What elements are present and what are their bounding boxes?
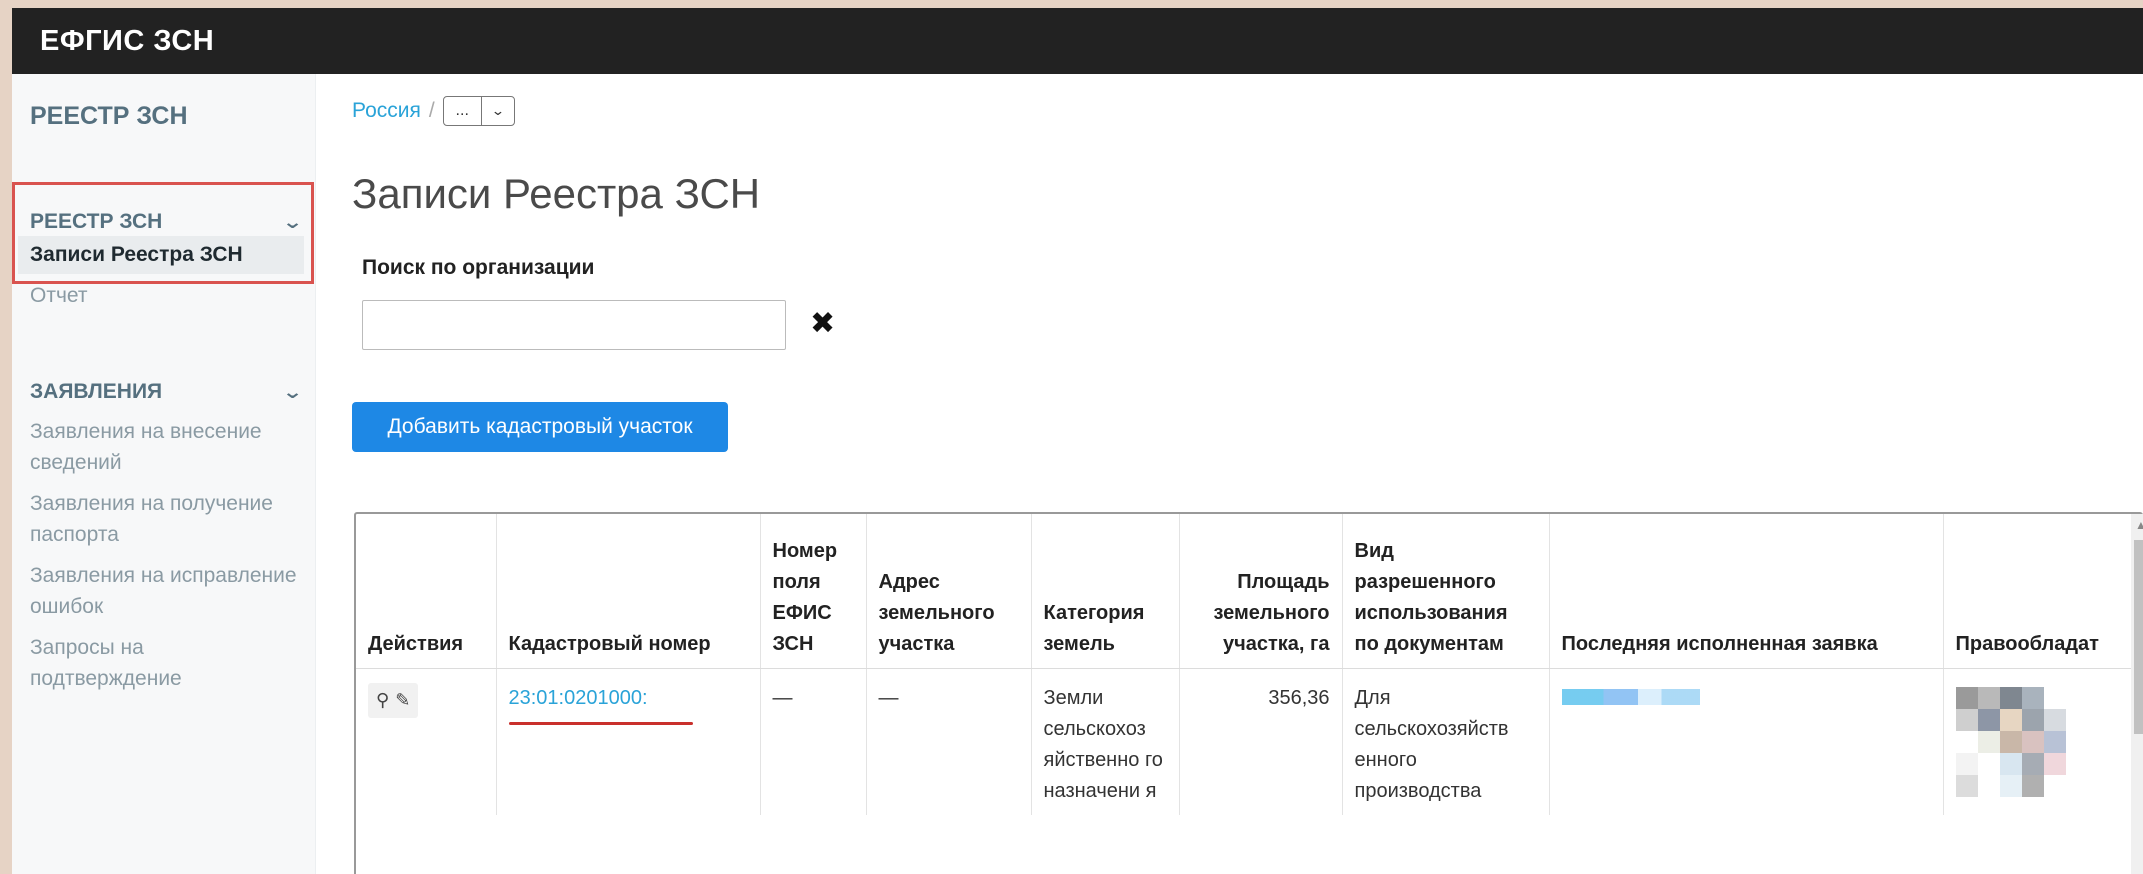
column-header[interactable]: Номер поля ЕФИС ЗСН	[760, 514, 867, 669]
registry-table: Действия Кадастровый номер Номер поля ЕФ…	[354, 512, 2143, 874]
top-navbar: ЕФГИС ЗСН	[12, 8, 2143, 74]
last-application-cell	[1549, 668, 1944, 815]
right-holder-cell	[1943, 668, 2142, 815]
sidebar-section-label: РЕЕСТР ЗСН	[30, 210, 163, 233]
sidebar-title[interactable]: РЕЕСТР ЗСН	[30, 102, 188, 131]
brand-logo[interactable]: ЕФГИС ЗСН	[40, 25, 214, 58]
search-input[interactable]	[362, 300, 786, 350]
field-number-cell: —	[760, 668, 867, 815]
scroll-up-arrow-icon[interactable]: ▲	[2135, 518, 2143, 532]
sidebar-item-registry-records[interactable]: Записи Реестра ЗСН	[18, 236, 304, 274]
column-header[interactable]: Правообладат	[1943, 514, 2141, 669]
area-cell: 356,36	[1179, 668, 1343, 815]
sidebar-item-error-correction[interactable]: Заявления на исправление ошибок	[30, 560, 300, 622]
usage-cell: Для сельскохозяйств енного производства	[1342, 668, 1550, 815]
breadcrumb-dropdown[interactable]: ... ⌄	[442, 96, 515, 126]
main-content: Россия / ... ⌄ Записи Реестра ЗСН Поиск …	[342, 74, 2143, 874]
sidebar-section-label: ЗАЯВЛЕНИЯ	[30, 380, 163, 403]
actions-cell: ⚲ ✎	[356, 668, 497, 815]
column-header[interactable]: Категория земель	[1031, 514, 1180, 669]
sidebar: РЕЕСТР ЗСН РЕЕСТР ЗСН ⌄ Записи Реестра З…	[12, 74, 316, 874]
column-header[interactable]: Кадастровый номер	[496, 514, 761, 669]
add-cadastral-plot-button[interactable]: Добавить кадастровый участок	[352, 402, 728, 452]
breadcrumb: Россия / ... ⌄	[352, 96, 515, 126]
category-cell: Земли сельскохоз яйственно го назначени …	[1031, 668, 1180, 815]
row-actions: ⚲ ✎	[368, 682, 419, 718]
page-title: Записи Реестра ЗСН	[352, 170, 761, 217]
sidebar-item-passport-applications[interactable]: Заявления на получение паспорта	[30, 488, 300, 550]
address-cell: —	[866, 668, 1032, 815]
redacted-content	[1955, 686, 2142, 797]
table-row: ⚲ ✎ 23:01:0201000: — — Земли сельскохоз …	[356, 668, 2142, 815]
column-header[interactable]: Действия	[356, 514, 497, 669]
cadastral-number-cell: 23:01:0201000:	[496, 668, 761, 815]
sidebar-item-report[interactable]: Отчет	[30, 280, 300, 311]
column-header[interactable]: Вид разрешенного использования по докуме…	[1342, 514, 1550, 669]
cadastral-number-link[interactable]: 23:01:0201000:	[509, 687, 648, 709]
search-label: Поиск по организации	[362, 256, 595, 279]
breadcrumb-separator: /	[428, 99, 435, 122]
table-scrollbar[interactable]: ▲	[2131, 514, 2143, 874]
column-header[interactable]: Последняя исполненная заявка	[1549, 514, 1944, 669]
sidebar-item-info-applications[interactable]: Заявления на внесение сведений	[30, 416, 300, 478]
column-header[interactable]: Площадь земельного участка, га	[1179, 514, 1343, 669]
pencil-icon[interactable]: ✎	[395, 685, 410, 716]
scrollbar-thumb[interactable]	[2134, 540, 2143, 734]
chevron-down-icon: ⌄	[281, 211, 304, 232]
table-header-row: Действия Кадастровый номер Номер поля ЕФ…	[356, 514, 2141, 669]
column-header[interactable]: Адрес земельного участка	[866, 514, 1032, 669]
sidebar-item-confirmation-requests[interactable]: Запросы на подтверждение	[30, 632, 300, 694]
close-icon[interactable]: ✖	[810, 306, 835, 341]
map-marker-icon[interactable]: ⚲	[376, 685, 389, 716]
sidebar-section-registry[interactable]: РЕЕСТР ЗСН ⌄	[30, 210, 310, 234]
app-window: ЕФГИС ЗСН РЕЕСТР ЗСН РЕЕСТР ЗСН ⌄ Записи…	[12, 8, 2143, 874]
underline-annotation	[508, 721, 693, 725]
sidebar-section-applications[interactable]: ЗАЯВЛЕНИЯ ⌄	[30, 380, 310, 404]
breadcrumb-root-link[interactable]: Россия	[352, 99, 421, 123]
redacted-link[interactable]	[1561, 688, 1700, 705]
chevron-down-icon: ⌄	[490, 103, 505, 118]
chevron-down-icon: ⌄	[281, 381, 304, 402]
breadcrumb-dropdown-label: ...	[444, 97, 482, 125]
